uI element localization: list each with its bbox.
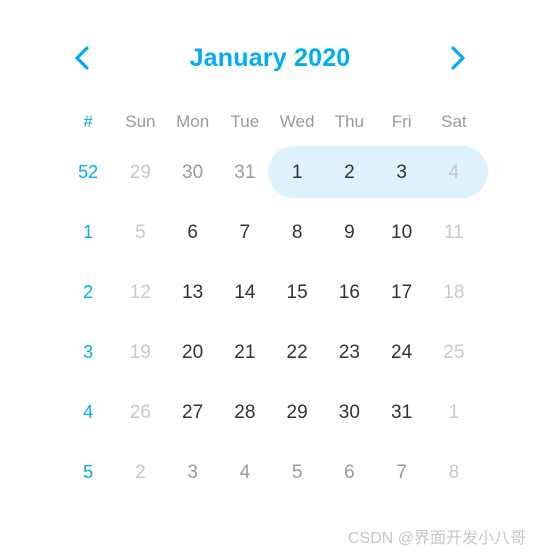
- day-cell[interactable]: 16: [323, 283, 375, 302]
- weekday-header-row: # Sun Mon Tue Wed Thu Fri Sat: [62, 100, 480, 142]
- day-cell[interactable]: 31: [219, 163, 271, 182]
- day-cell[interactable]: 8: [271, 223, 323, 242]
- day-cell[interactable]: 30: [323, 403, 375, 422]
- day-cell[interactable]: 2: [114, 463, 166, 482]
- day-cell[interactable]: 29: [271, 403, 323, 422]
- day-cell[interactable]: 18: [428, 283, 480, 302]
- watermark-text: CSDN @界面开发小八哥: [347, 530, 526, 547]
- day-cell[interactable]: 4: [428, 163, 480, 182]
- day-cell[interactable]: 7: [219, 223, 271, 242]
- day-cell[interactable]: 29: [114, 163, 166, 182]
- day-cell[interactable]: 12: [114, 283, 166, 302]
- week-number-cell[interactable]: 52: [62, 163, 114, 181]
- day-cell[interactable]: 3: [167, 463, 219, 482]
- day-cell[interactable]: 21: [219, 343, 271, 362]
- day-cell[interactable]: 9: [323, 223, 375, 242]
- week-number-header: #: [83, 111, 93, 131]
- day-cell[interactable]: 27: [167, 403, 219, 422]
- day-cell[interactable]: 23: [323, 343, 375, 362]
- day-cell[interactable]: 5: [271, 463, 323, 482]
- calendar-header: January 2020: [60, 36, 480, 80]
- day-cell[interactable]: 6: [323, 463, 375, 482]
- day-cell[interactable]: 10: [376, 223, 428, 242]
- calendar-week-row: 4 26 27 28 29 30 31 1: [62, 382, 480, 442]
- day-cell[interactable]: 17: [376, 283, 428, 302]
- day-cell[interactable]: 1: [271, 163, 323, 182]
- day-cell[interactable]: 8: [428, 463, 480, 482]
- week-number-cell[interactable]: 5: [62, 463, 114, 481]
- week-number-cell[interactable]: 4: [62, 403, 114, 421]
- chevron-left-icon: [72, 45, 92, 71]
- day-cell[interactable]: 3: [376, 163, 428, 182]
- day-cell[interactable]: 1: [428, 403, 480, 422]
- day-cell[interactable]: 5: [114, 223, 166, 242]
- day-cell[interactable]: 15: [271, 283, 323, 302]
- day-cell[interactable]: 24: [376, 343, 428, 362]
- day-cell[interactable]: 11: [428, 223, 480, 242]
- day-cell[interactable]: 2: [323, 163, 375, 182]
- calendar-week-row: 52345678: [62, 442, 480, 502]
- week-number-cell[interactable]: 3: [62, 343, 114, 361]
- weekday-header-sat: Sat: [441, 111, 467, 131]
- weekday-header-sun: Sun: [125, 111, 156, 131]
- next-month-button[interactable]: [436, 36, 480, 80]
- calendar-grid: # Sun Mon Tue Wed Thu Fri Sat 52 29 30 31 1 2…: [62, 100, 488, 502]
- day-cell[interactable]: 7: [376, 463, 428, 482]
- day-cell[interactable]: 13: [167, 283, 219, 302]
- day-cell[interactable]: 4: [219, 463, 271, 482]
- weekday-header-fri: Fri: [391, 111, 412, 131]
- week-number-cell[interactable]: 2: [62, 283, 114, 301]
- weekday-header-wed: Wed: [279, 111, 315, 131]
- day-cell[interactable]: 31: [376, 403, 428, 422]
- weekday-header-mon: Mon: [176, 111, 210, 131]
- day-cell[interactable]: 22: [271, 343, 323, 362]
- day-cell[interactable]: 6: [167, 223, 219, 242]
- day-cell[interactable]: 25: [428, 343, 480, 362]
- day-cell[interactable]: 19: [114, 343, 166, 362]
- calendar-widget: January 2020 # Sun Mon Tue Wed Thu Fri S…: [0, 0, 540, 560]
- weekday-header-tue: Tue: [230, 111, 260, 131]
- weekday-header-thu: Thu: [334, 111, 365, 131]
- chevron-right-icon: [448, 45, 468, 71]
- day-cell[interactable]: 28: [219, 403, 271, 422]
- day-cell[interactable]: 20: [167, 343, 219, 362]
- calendar-weeks: 52 29 30 31 1 2 3 4 1 5 6 7 8 9 10 11 2 12 13 14 15 16 17 18 3 19…: [62, 142, 488, 502]
- week-number-cell[interactable]: 1: [62, 223, 114, 241]
- calendar-week-row: 52 29 30 31 1 2 3 4: [62, 142, 488, 202]
- calendar-week-row: 1 5 6 7 8 9 10 11: [62, 202, 480, 262]
- day-cell[interactable]: 26: [114, 403, 166, 422]
- page-title: January 2020: [189, 43, 351, 72]
- day-cell[interactable]: 30: [167, 163, 219, 182]
- day-cell[interactable]: 14: [219, 283, 271, 302]
- calendar-week-row: 3 19 20 21 22 23 24 25: [62, 322, 480, 382]
- previous-month-button[interactable]: [60, 36, 104, 80]
- calendar-week-row: 2 12 13 14 15 16 17 18: [62, 262, 480, 322]
